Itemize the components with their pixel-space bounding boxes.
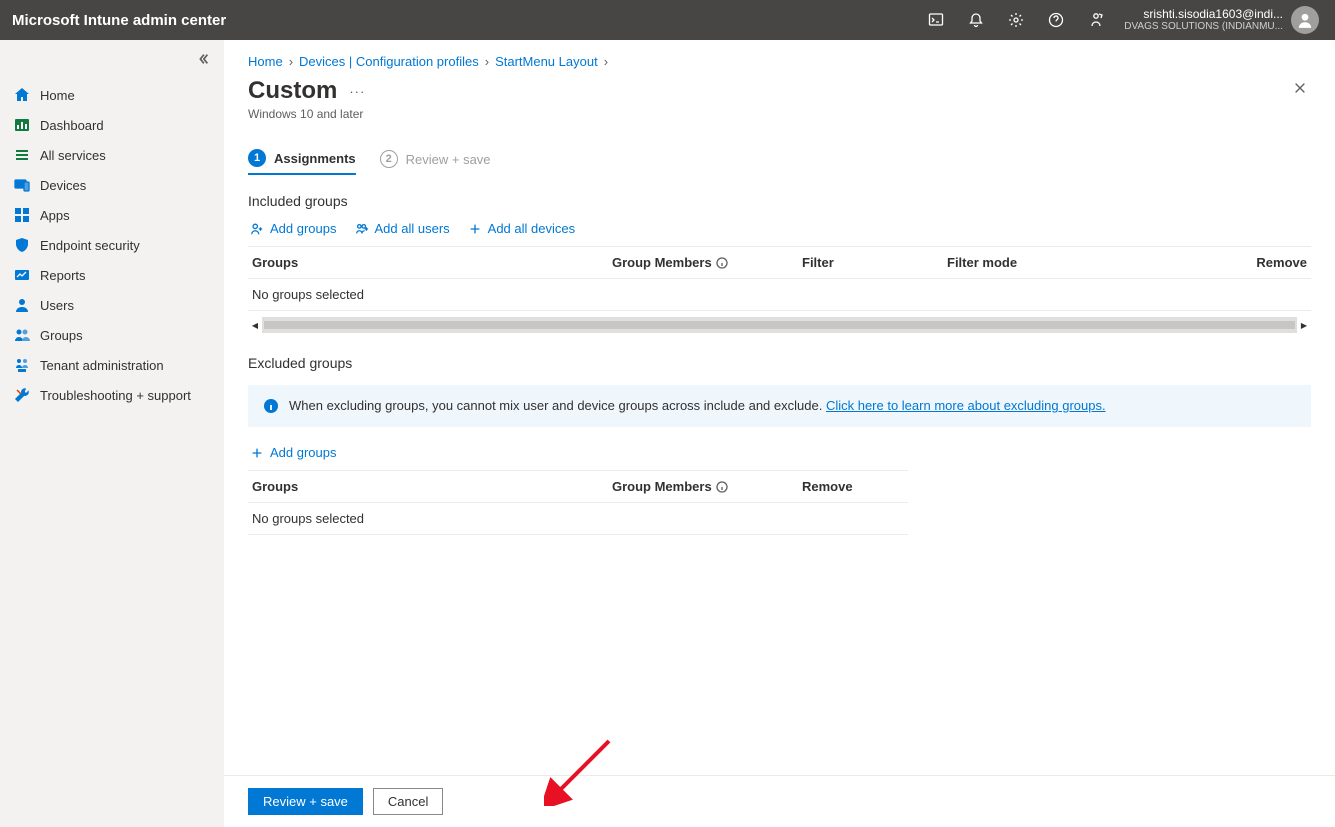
- sidebar-item-apps[interactable]: Apps: [0, 200, 224, 230]
- step-number-icon: 1: [248, 149, 266, 167]
- scroll-track[interactable]: [264, 321, 1295, 329]
- chevron-right-icon: ›: [289, 54, 293, 69]
- plus-icon: [250, 446, 264, 460]
- info-icon[interactable]: [716, 257, 728, 269]
- sidebar-item-label: Dashboard: [40, 118, 104, 133]
- sidebar-item-label: Devices: [40, 178, 86, 193]
- tab-assignments[interactable]: 1 Assignments: [248, 143, 356, 175]
- breadcrumb-startmenu-layout[interactable]: StartMenu Layout: [495, 54, 598, 69]
- tab-review-save[interactable]: 2 Review + save: [380, 143, 491, 175]
- sidebar-item-groups[interactable]: Groups: [0, 320, 224, 350]
- scroll-right-icon[interactable]: ▶: [1297, 317, 1311, 333]
- col-filter: Filter: [802, 255, 947, 270]
- table-header: Groups Group Members Remove: [248, 471, 908, 503]
- sidebar-item-label: Apps: [40, 208, 70, 223]
- add-excluded-groups-button[interactable]: Add groups: [250, 445, 337, 460]
- page-title: Custom: [248, 77, 337, 105]
- step-label: Assignments: [274, 151, 356, 166]
- col-group-members: Group Members: [612, 479, 802, 494]
- account-menu[interactable]: srishti.sisodia1603@indi... DVAGS SOLUTI…: [1116, 6, 1323, 34]
- notifications-icon[interactable]: [956, 0, 996, 40]
- sidebar-item-all-services[interactable]: All services: [0, 140, 224, 170]
- user-email: srishti.sisodia1603@indi...: [1124, 8, 1283, 21]
- settings-icon[interactable]: [996, 0, 1036, 40]
- add-all-devices-button[interactable]: Add all devices: [468, 221, 575, 236]
- page-subtitle: Windows 10 and later: [248, 107, 365, 121]
- close-button[interactable]: [1289, 77, 1311, 102]
- add-users-icon: [355, 222, 369, 236]
- users-icon: [14, 297, 30, 313]
- sidebar-item-home[interactable]: Home: [0, 80, 224, 110]
- sidebar-item-endpoint-security[interactable]: Endpoint security: [0, 230, 224, 260]
- button-label: Add all devices: [488, 221, 575, 236]
- sidebar-item-label: Reports: [40, 268, 86, 283]
- wrench-icon: [14, 387, 30, 403]
- sidebar-item-label: Endpoint security: [40, 238, 140, 253]
- avatar: [1291, 6, 1319, 34]
- button-label: Add all users: [375, 221, 450, 236]
- breadcrumb-devices-config[interactable]: Devices | Configuration profiles: [299, 54, 479, 69]
- info-bar: When excluding groups, you cannot mix us…: [248, 385, 1311, 427]
- sidebar-item-label: Troubleshooting + support: [40, 388, 191, 403]
- col-groups: Groups: [252, 479, 612, 494]
- devices-icon: [14, 177, 30, 193]
- horizontal-scrollbar[interactable]: ◀ ▶: [248, 317, 1311, 333]
- plus-icon: [468, 222, 482, 236]
- tenant-icon: [14, 357, 30, 373]
- sidebar-item-label: Users: [40, 298, 74, 313]
- info-icon: [263, 398, 279, 414]
- col-group-members: Group Members: [612, 255, 802, 270]
- sidebar-item-label: Tenant administration: [40, 358, 164, 373]
- sidebar-collapse-button[interactable]: [196, 52, 210, 69]
- button-label: Add groups: [270, 445, 337, 460]
- info-link[interactable]: Click here to learn more about excluding…: [826, 398, 1106, 413]
- sidebar-item-reports[interactable]: Reports: [0, 260, 224, 290]
- sidebar-item-devices[interactable]: Devices: [0, 170, 224, 200]
- sidebar-item-dashboard[interactable]: Dashboard: [0, 110, 224, 140]
- dashboard-icon: [14, 117, 30, 133]
- apps-icon: [14, 207, 30, 223]
- breadcrumb: Home › Devices | Configuration profiles …: [224, 40, 1335, 73]
- breadcrumb-home[interactable]: Home: [248, 54, 283, 69]
- info-icon[interactable]: [716, 481, 728, 493]
- sidebar-item-label: All services: [40, 148, 106, 163]
- help-icon[interactable]: [1036, 0, 1076, 40]
- col-remove: Remove: [1227, 255, 1307, 270]
- info-text: When excluding groups, you cannot mix us…: [289, 398, 826, 413]
- excluded-groups-title: Excluded groups: [248, 355, 1311, 371]
- scroll-left-icon[interactable]: ◀: [248, 317, 262, 333]
- list-icon: [14, 147, 30, 163]
- groups-icon: [14, 327, 30, 343]
- chevron-right-icon: ›: [485, 54, 489, 69]
- sidebar-item-troubleshooting[interactable]: Troubleshooting + support: [0, 380, 224, 410]
- reports-icon: [14, 267, 30, 283]
- sidebar-item-label: Home: [40, 88, 75, 103]
- col-filter-mode: Filter mode: [947, 255, 1227, 270]
- cancel-button[interactable]: Cancel: [373, 788, 443, 815]
- step-label: Review + save: [406, 152, 491, 167]
- feedback-icon[interactable]: [1076, 0, 1116, 40]
- included-groups-title: Included groups: [248, 193, 1311, 209]
- sidebar-item-users[interactable]: Users: [0, 290, 224, 320]
- review-save-button[interactable]: Review + save: [248, 788, 363, 815]
- more-menu[interactable]: ···: [349, 84, 365, 99]
- excluded-empty-row: No groups selected: [248, 503, 908, 535]
- home-icon: [14, 87, 30, 103]
- table-header: Groups Group Members Filter Filter mode …: [248, 247, 1311, 279]
- chevron-right-icon: ›: [604, 54, 608, 69]
- add-groups-button[interactable]: Add groups: [250, 221, 337, 236]
- shield-icon: [14, 237, 30, 253]
- user-org: DVAGS SOLUTIONS (INDIANMU...: [1124, 21, 1283, 32]
- add-all-users-button[interactable]: Add all users: [355, 221, 450, 236]
- button-label: Add groups: [270, 221, 337, 236]
- step-number-icon: 2: [380, 150, 398, 168]
- add-person-icon: [250, 222, 264, 236]
- cloudshell-icon[interactable]: [916, 0, 956, 40]
- col-groups: Groups: [252, 255, 612, 270]
- sidebar-item-label: Groups: [40, 328, 83, 343]
- included-empty-row: No groups selected: [248, 279, 1311, 311]
- app-title: Microsoft Intune admin center: [12, 12, 226, 29]
- col-remove: Remove: [802, 479, 904, 494]
- sidebar-item-tenant-admin[interactable]: Tenant administration: [0, 350, 224, 380]
